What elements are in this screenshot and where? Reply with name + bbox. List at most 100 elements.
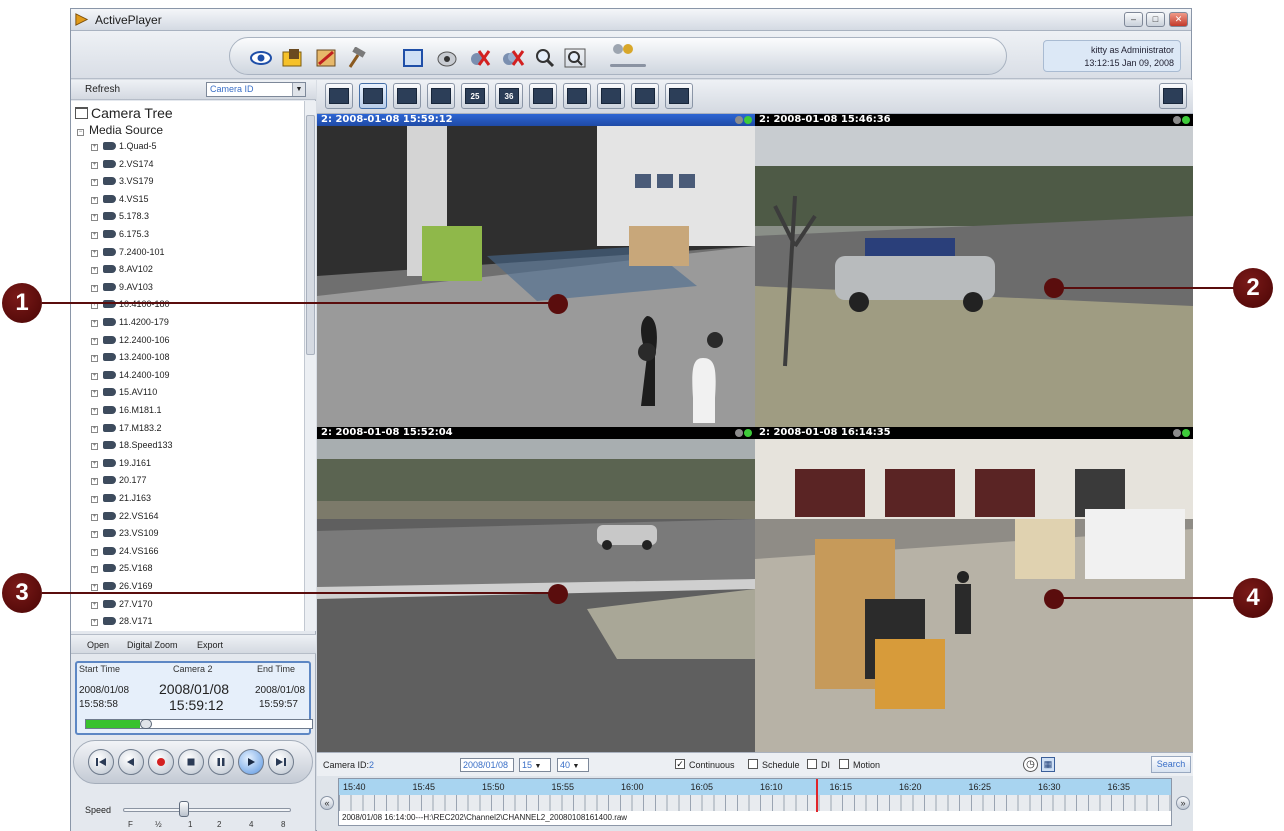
snapshot-icon[interactable] xyxy=(434,46,460,70)
timeline-next-button[interactable]: » xyxy=(1176,796,1190,810)
expand-icon[interactable]: + xyxy=(91,355,98,363)
open-button[interactable]: Open xyxy=(87,640,109,650)
digital-zoom-button[interactable]: Digital Zoom xyxy=(127,640,178,650)
layout-button[interactable] xyxy=(529,83,557,109)
expand-icon[interactable]: + xyxy=(91,390,98,398)
expand-icon[interactable]: + xyxy=(91,513,98,521)
schedule-checkbox[interactable] xyxy=(748,759,758,769)
progress-knob[interactable] xyxy=(140,719,153,729)
camera-item[interactable]: +5.178.3 xyxy=(91,211,149,222)
camera-sort-select[interactable]: Camera ID ▼ xyxy=(206,82,306,97)
playback-progress[interactable] xyxy=(85,719,313,729)
hour-select[interactable]: 15 ▼ xyxy=(519,758,551,772)
play-button[interactable] xyxy=(238,749,264,775)
layout-options-button[interactable] xyxy=(1159,83,1187,109)
expand-icon[interactable]: + xyxy=(91,619,98,627)
clock-icon[interactable]: ◷ xyxy=(1023,757,1038,772)
expand-icon[interactable]: + xyxy=(91,179,98,187)
tree-root[interactable]: Camera Tree xyxy=(75,105,173,121)
layout-button[interactable] xyxy=(393,83,421,109)
maximize-button[interactable]: □ xyxy=(1146,12,1165,27)
camera-item[interactable]: +15.AV110 xyxy=(91,387,157,398)
layout-button[interactable]: 36 xyxy=(495,83,523,109)
camera-config-icon[interactable] xyxy=(314,46,340,70)
expand-icon[interactable]: + xyxy=(91,214,98,222)
camera-item[interactable]: +3.VS179 xyxy=(91,176,154,187)
layout-button[interactable] xyxy=(359,83,387,109)
minute-select[interactable]: 40 ▼ xyxy=(557,758,589,772)
expand-icon[interactable]: + xyxy=(91,496,98,503)
layout-button[interactable] xyxy=(325,83,353,109)
video-pane-3[interactable]: 2: 2008-01-08 15:52:04 xyxy=(317,427,755,752)
search-button[interactable]: Search xyxy=(1151,756,1191,773)
refresh-button[interactable]: Refresh xyxy=(85,84,120,95)
camera-item[interactable]: +10.4100-180 xyxy=(91,299,170,310)
camera-item[interactable]: +4.VS15 xyxy=(91,194,149,204)
expand-icon[interactable]: + xyxy=(91,531,98,539)
camera-item[interactable]: +21.J163 xyxy=(91,493,151,503)
layout-button[interactable]: 25 xyxy=(461,83,489,109)
video-pane-1[interactable]: 2: 2008-01-08 15:59:12 xyxy=(317,114,755,427)
video-pane-2[interactable]: 2: 2008-01-08 15:46:36 xyxy=(755,114,1193,427)
layout-button[interactable] xyxy=(563,83,591,109)
camera-item[interactable]: +20.177 xyxy=(91,475,147,486)
camera-item[interactable]: +2.VS174 xyxy=(91,159,154,169)
camera-item[interactable]: +25.V168 xyxy=(91,563,153,574)
skip-end-button[interactable] xyxy=(268,749,294,775)
speed-slider-knob[interactable] xyxy=(179,801,189,817)
camera-item[interactable]: +27.V170 xyxy=(91,599,153,609)
camera-item[interactable]: +17.M183.2 xyxy=(91,423,162,433)
camera-item[interactable]: +28.V171 xyxy=(91,616,153,627)
camera-item[interactable]: +12.2400-106 xyxy=(91,335,170,345)
timeline-prev-button[interactable]: « xyxy=(320,796,334,810)
record-button[interactable] xyxy=(148,749,174,775)
camera-item[interactable]: +9.AV103 xyxy=(91,282,153,292)
expand-icon[interactable]: + xyxy=(91,460,98,468)
expand-icon[interactable]: + xyxy=(91,196,98,204)
calendar-icon[interactable]: ▦ xyxy=(1041,757,1055,772)
expand-icon[interactable]: + xyxy=(91,372,98,380)
audio-icon[interactable] xyxy=(610,40,636,64)
zoom-fit-icon[interactable] xyxy=(562,46,588,70)
camera-item[interactable]: +19.J161 xyxy=(91,458,151,468)
speed-slider[interactable] xyxy=(123,808,291,812)
camera-item[interactable]: +13.2400-108 xyxy=(91,352,170,363)
tree-scrollbar[interactable] xyxy=(304,101,316,631)
expand-icon[interactable]: + xyxy=(91,232,98,239)
volume-slider[interactable] xyxy=(610,64,646,67)
date-field[interactable]: 2008/01/08 xyxy=(460,758,514,772)
expand-icon[interactable]: + xyxy=(91,144,98,151)
motion-checkbox[interactable] xyxy=(839,759,849,769)
camera-item[interactable]: +7.2400-101 xyxy=(91,247,165,257)
camera-item[interactable]: +11.4200-179 xyxy=(91,317,169,327)
camera-item[interactable]: +6.175.3 xyxy=(91,229,149,239)
timeline-cursor[interactable] xyxy=(815,779,818,812)
layout-button[interactable] xyxy=(427,83,455,109)
reverse-play-button[interactable] xyxy=(118,749,144,775)
disconnect-icon[interactable] xyxy=(466,46,492,70)
camera-item[interactable]: +24.VS166 xyxy=(91,546,159,556)
expand-icon[interactable]: + xyxy=(91,267,98,275)
disconnect-all-icon[interactable] xyxy=(500,46,526,70)
camera-item[interactable]: +18.Speed133 xyxy=(91,440,173,451)
expand-icon[interactable]: + xyxy=(91,161,98,169)
layout-button[interactable] xyxy=(631,83,659,109)
stop-button[interactable] xyxy=(178,749,204,775)
scrollbar-thumb[interactable] xyxy=(306,115,315,355)
expand-icon[interactable]: + xyxy=(91,548,98,556)
layout-button[interactable] xyxy=(597,83,625,109)
camera-item[interactable]: +14.2400-109 xyxy=(91,370,170,380)
folder-icon[interactable] xyxy=(280,46,306,70)
camera-item[interactable]: +1.Quad-5 xyxy=(91,141,157,151)
media-source-node[interactable]: − Media Source xyxy=(77,123,163,137)
collapse-icon[interactable]: − xyxy=(77,129,84,136)
continuous-checkbox[interactable]: ✓ xyxy=(675,759,685,769)
expand-icon[interactable]: + xyxy=(91,408,98,415)
eye-icon[interactable] xyxy=(248,46,274,70)
expand-icon[interactable]: + xyxy=(91,320,98,327)
close-button[interactable]: ✕ xyxy=(1169,12,1188,27)
camera-item[interactable]: +23.VS109 xyxy=(91,528,159,539)
zoom-in-icon[interactable] xyxy=(532,46,558,70)
expand-icon[interactable]: + xyxy=(91,443,98,451)
timeline-track[interactable]: 15:40 15:45 15:50 15:55 16:00 16:05 16:10 16:15… xyxy=(338,778,1172,826)
